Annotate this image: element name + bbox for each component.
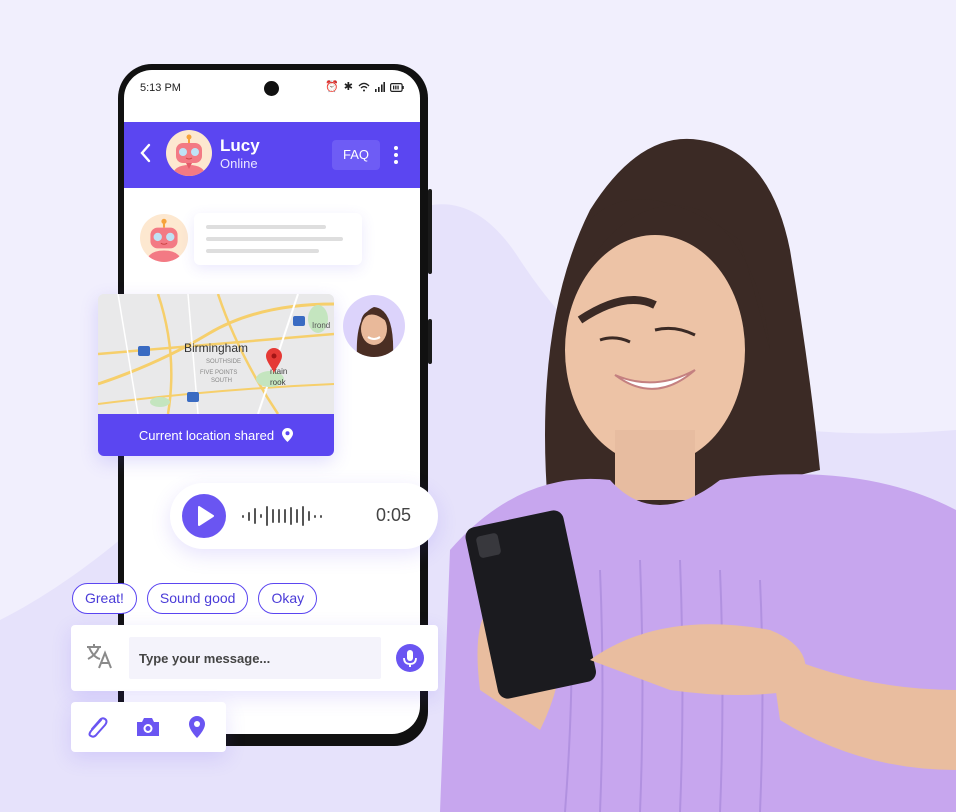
- wifi-icon: [358, 82, 370, 92]
- location-caption-bar: Current location shared: [98, 414, 334, 456]
- back-button[interactable]: [138, 142, 152, 164]
- quick-reply-chip[interactable]: Sound good: [146, 583, 249, 614]
- text-placeholder-line: [206, 249, 319, 253]
- mic-button[interactable]: [396, 644, 424, 672]
- map-label-five-points: FIVE POINTS: [200, 370, 237, 376]
- woman-with-phone-photo: [440, 138, 956, 812]
- map-thumbnail: Birmingham SOUTHSIDE FIVE POINTS SOUTH n…: [98, 294, 334, 414]
- quick-reply-chip[interactable]: Great!: [72, 583, 137, 614]
- message-bot-avatar: [140, 214, 188, 262]
- phone-side-button: [428, 189, 432, 274]
- bot-avatar: [166, 130, 212, 176]
- voice-message: 0:05: [170, 483, 438, 549]
- paperclip-icon[interactable]: [83, 714, 109, 740]
- faq-button[interactable]: FAQ: [332, 140, 380, 170]
- camera-icon[interactable]: [135, 714, 161, 740]
- signal-icon: [375, 82, 385, 92]
- phone-side-button: [428, 319, 432, 364]
- interstate-shield: [187, 392, 199, 402]
- status-bar: 5:13 PM ⏰ ✱: [124, 70, 420, 110]
- bluetooth-icon: ✱: [343, 81, 353, 93]
- chat-header: Lucy Online FAQ: [124, 122, 420, 188]
- map-label-brook: rook: [270, 378, 287, 387]
- location-caption: Current location shared: [138, 427, 275, 443]
- kebab-menu-icon[interactable]: [392, 145, 400, 165]
- interstate-shield: [293, 316, 305, 326]
- contact-status: Online: [220, 156, 258, 171]
- location-pin-icon[interactable]: [184, 714, 210, 740]
- contact-name: Lucy: [220, 136, 260, 155]
- voice-duration: 0:05: [376, 505, 412, 525]
- front-camera: [264, 81, 279, 96]
- play-button[interactable]: [182, 494, 226, 538]
- battery-icon: [390, 82, 404, 92]
- message-composer: [71, 625, 438, 691]
- quick-reply-chip[interactable]: Okay: [258, 583, 318, 614]
- translate-icon[interactable]: [85, 643, 113, 669]
- message-input[interactable]: [129, 637, 381, 679]
- location-pin-icon: [282, 428, 294, 442]
- audio-waveform[interactable]: [242, 505, 322, 527]
- user-avatar: [343, 295, 405, 357]
- status-time: 5:13 PM: [140, 82, 181, 94]
- map-label-irond: Irond: [312, 321, 330, 330]
- attachment-bar: [71, 702, 226, 752]
- bot-message-bubble: [194, 213, 362, 265]
- quick-replies: Great! Sound good Okay: [72, 583, 318, 614]
- interstate-shield: [138, 346, 150, 356]
- location-message-card[interactable]: Birmingham SOUTHSIDE FIVE POINTS SOUTH n…: [98, 294, 334, 456]
- alarm-icon: ⏰: [325, 81, 339, 93]
- map-label-south: SOUTH: [211, 378, 232, 384]
- text-placeholder-line: [206, 237, 343, 241]
- map-label-southside: SOUTHSIDE: [206, 359, 241, 365]
- text-placeholder-line: [206, 225, 326, 229]
- map-label-birmingham: Birmingham: [184, 341, 248, 355]
